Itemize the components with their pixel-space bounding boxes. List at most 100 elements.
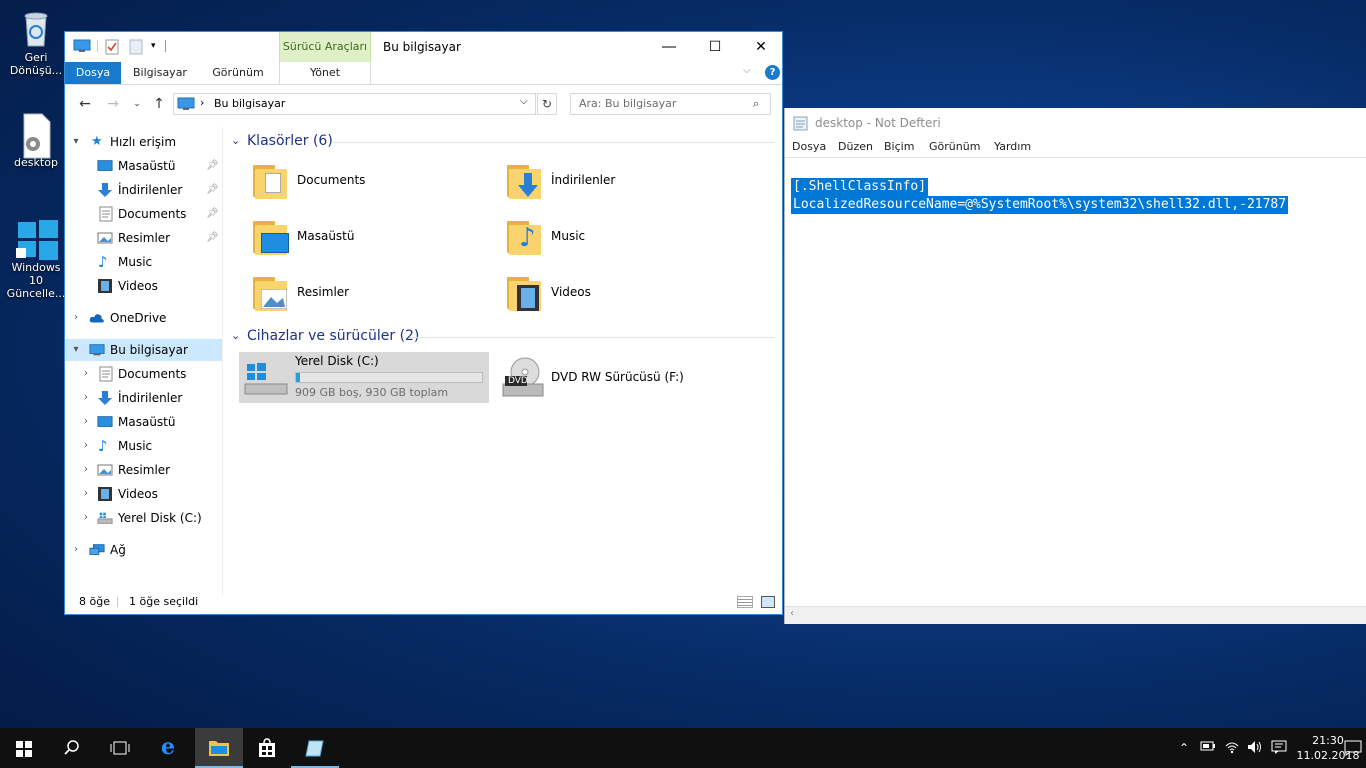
menu-bicim[interactable]: Biçim [884, 140, 914, 153]
battery-plug-icon[interactable] [1200, 740, 1216, 756]
store-button[interactable] [243, 728, 291, 768]
pin-icon[interactable]: 📌︎ [206, 227, 219, 249]
store-bag-icon [259, 738, 275, 757]
qat-separator [97, 40, 98, 52]
nav-quick-access[interactable]: ▾ ★ Hızlı erişim [65, 131, 222, 153]
tab-bilgisayar[interactable]: Bilgisayar [125, 62, 195, 84]
address-dropdown-icon[interactable]: ⌵ [520, 96, 528, 107]
menu-gorunum[interactable]: Görünüm [929, 140, 980, 153]
network-icon [89, 544, 105, 555]
close-button[interactable]: ✕ [738, 32, 784, 62]
nav-pc-local-disk[interactable]: › Yerel Disk (C:) [65, 507, 222, 529]
refresh-button[interactable]: ↻ [537, 93, 557, 115]
pin-icon[interactable]: 📌︎ [206, 203, 219, 225]
details-view-icon[interactable] [737, 596, 753, 608]
forward-button[interactable]: → [103, 94, 123, 114]
start-button[interactable] [0, 728, 48, 768]
edge-button[interactable]: e [147, 728, 195, 768]
folder-tile-masaustu[interactable]: Masaüstü [239, 215, 479, 261]
horizontal-scrollbar[interactable]: ‹ [785, 606, 1366, 624]
nav-pc-videos[interactable]: › Videos [65, 483, 222, 505]
desktop-icon-windows-update[interactable]: Windows 10 Güncelle... [0, 218, 72, 300]
search-button[interactable] [48, 728, 96, 768]
nav-pc-music[interactable]: › ♪ Music [65, 435, 222, 457]
breadcrumb-separator-icon[interactable]: › [200, 96, 204, 109]
folders-group-header[interactable]: Klasörler (6) [247, 133, 333, 149]
maximize-button[interactable]: ☐ [692, 32, 738, 62]
nav-quick-resimler[interactable]: Resimler 📌︎ [65, 227, 222, 249]
volume-icon[interactable] [1247, 740, 1263, 756]
breadcrumb-item[interactable]: Bu bilgisayar [214, 97, 285, 110]
show-hidden-icons-icon[interactable]: ⌃ [1176, 740, 1192, 756]
file-explorer-button[interactable] [195, 728, 243, 768]
address-bar[interactable]: › Bu bilgisayar ⌵ [173, 93, 536, 115]
drive-tile-dvd[interactable]: DVD DVD RW Sürücüsü (F:) [495, 352, 745, 403]
folder-tile-music[interactable]: ♪ Music [493, 215, 733, 261]
nav-quick-videos[interactable]: Videos [65, 275, 222, 297]
settings-file-icon [16, 112, 56, 159]
tab-dosya[interactable]: Dosya [65, 62, 121, 84]
nav-pc-masaustu[interactable]: › Masaüstü [65, 411, 222, 433]
properties-icon[interactable] [105, 39, 121, 55]
pin-icon[interactable]: 📌︎ [206, 155, 219, 177]
nav-this-pc[interactable]: ▾ Bu bilgisayar [65, 339, 222, 361]
nav-quick-documents[interactable]: Documents 📌︎ [65, 203, 222, 225]
notepad-window[interactable]: desktop - Not Defteri Dosya Düzen Biçim … [784, 108, 1366, 624]
nav-pc-indirilenler[interactable]: › İndirilenler [65, 387, 222, 409]
drive-name: DVD RW Sürücüsü (F:) [551, 370, 684, 384]
search-input[interactable]: Ara: Bu bilgisayar ⌕ [570, 93, 771, 115]
back-button[interactable]: ← [75, 94, 95, 114]
wifi-icon[interactable] [1224, 740, 1240, 756]
drive-tile-c[interactable]: Yerel Disk (C:) 909 GB boş, 930 GB topla… [239, 352, 489, 403]
folder-tile-videos[interactable]: Videos [493, 271, 733, 317]
nav-quick-indirilenler[interactable]: İndirilenler 📌︎ [65, 179, 222, 201]
desktop-icon-desktop-ini[interactable]: desktop [0, 112, 72, 169]
devices-group-header[interactable]: Cihazlar ve sürücüler (2) [247, 328, 419, 344]
folder-tile-documents[interactable]: Documents [239, 159, 479, 205]
nav-pc-resimler[interactable]: › Resimler [65, 459, 222, 481]
large-icons-view-icon[interactable] [761, 596, 775, 608]
nav-network[interactable]: › Ağ [65, 539, 222, 561]
action-center-icon[interactable] [1343, 740, 1363, 756]
ime-keyboard-icon[interactable] [1271, 740, 1287, 756]
computer-icon[interactable] [73, 39, 91, 53]
music-icon: ♪ [98, 253, 108, 271]
dvd-badge: DVD [508, 376, 528, 386]
tab-gorunum[interactable]: Görünüm [203, 62, 273, 84]
desktop-icon-recycle-bin[interactable]: Geri Dönüşü... [0, 8, 72, 77]
nav-pc-documents[interactable]: › Documents [65, 363, 222, 385]
folder-tile-indirilenler[interactable]: İndirilenler [493, 159, 733, 205]
folder-tile-resimler[interactable]: Resimler [239, 271, 479, 317]
recent-locations-button[interactable]: ⌄ [127, 94, 147, 114]
scroll-left-icon[interactable]: ‹ [790, 608, 794, 619]
notepad-menu-bar: Dosya Düzen Biçim Görünüm Yardım [785, 138, 1366, 158]
menu-duzen[interactable]: Düzen [838, 140, 873, 153]
group-collapse-icon[interactable]: ⌄ [231, 329, 240, 342]
up-button[interactable]: ↑ [149, 94, 169, 114]
notepad-text-area[interactable]: [.ShellClassInfo] LocalizedResourceName=… [791, 178, 1289, 214]
tab-yonet[interactable]: Yönet [279, 62, 371, 84]
notepad-titlebar[interactable]: desktop - Not Defteri [785, 108, 1366, 138]
menu-dosya[interactable]: Dosya [792, 140, 826, 153]
desktop-folder-icon [251, 219, 289, 257]
help-icon[interactable]: ? [765, 65, 780, 80]
file-explorer-window[interactable]: ▾ Sürücü Araçları Bu bilgisayar ― ☐ ✕ Do… [64, 31, 783, 615]
new-folder-icon[interactable] [129, 39, 145, 55]
task-view-button[interactable] [96, 728, 144, 768]
notepad-taskbar-button[interactable] [291, 728, 339, 768]
pin-icon[interactable]: 📌︎ [206, 179, 219, 201]
status-bar: 8 öğe 1 öğe seçildi [65, 590, 782, 614]
desktop-icon [97, 416, 113, 427]
search-icon: ⌕ [753, 97, 760, 110]
menu-yardim[interactable]: Yardım [994, 140, 1031, 153]
nav-onedrive[interactable]: › OneDrive [65, 307, 222, 329]
minimize-button[interactable]: ― [646, 32, 692, 62]
music-folder-icon: ♪ [505, 219, 543, 257]
drive-usage-bar [295, 372, 483, 383]
taskbar: e ⌃ 21:30 11.02.2018 [0, 728, 1366, 768]
explorer-titlebar[interactable]: ▾ Sürücü Araçları Bu bilgisayar ― ☐ ✕ [65, 32, 782, 62]
group-collapse-icon[interactable]: ⌄ [231, 134, 240, 147]
nav-quick-masaustu[interactable]: Masaüstü 📌︎ [65, 155, 222, 177]
ribbon-expand-icon[interactable]: ⌵ [743, 65, 751, 76]
nav-quick-music[interactable]: ♪ Music [65, 251, 222, 273]
